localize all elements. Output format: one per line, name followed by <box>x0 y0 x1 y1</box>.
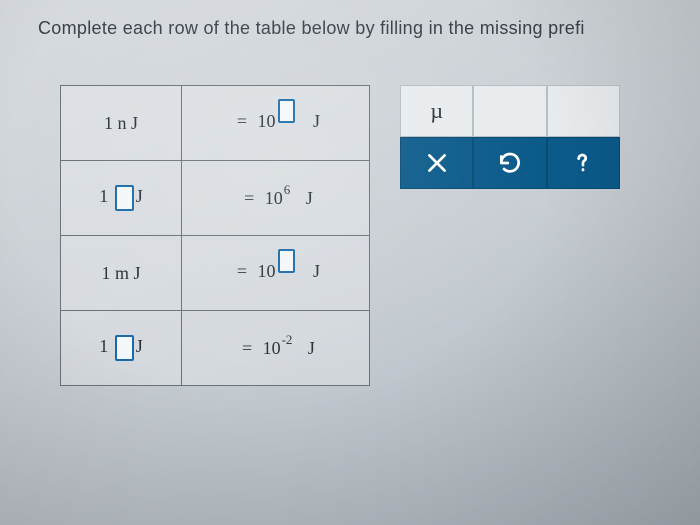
prefix-input[interactable] <box>115 335 134 361</box>
help-icon <box>570 150 596 176</box>
exponent: 6 <box>284 182 291 197</box>
unit: J <box>313 111 320 131</box>
table-row: 1 J = 106 J <box>61 161 370 236</box>
close-icon <box>424 150 450 176</box>
one: 1 <box>104 113 113 133</box>
right-cell: = 106 J <box>182 161 370 236</box>
table-row: 1 J = 10-2 J <box>61 311 370 386</box>
prefix-table: 1 n J = 10 J 1 J = 106 J 1 m <box>60 85 370 386</box>
left-cell: 1 n J <box>61 86 182 161</box>
unit: J <box>308 338 315 358</box>
palette-row-top: µ <box>400 85 620 137</box>
mu-button[interactable]: µ <box>400 85 473 137</box>
equals: = <box>236 338 258 359</box>
exponent-input[interactable] <box>278 249 295 273</box>
unit: J <box>306 188 313 208</box>
palette-blank[interactable] <box>473 85 546 137</box>
unit: J <box>313 261 320 281</box>
prefix: n <box>117 113 126 133</box>
right-cell: = 10-2 J <box>182 311 370 386</box>
instruction-text: Complete each row of the table below by … <box>38 18 585 39</box>
clear-button[interactable] <box>400 137 473 189</box>
one: 1 <box>101 263 110 283</box>
prefix: m <box>115 263 129 283</box>
right-cell: = 10 J <box>182 86 370 161</box>
left-cell: 1 m J <box>61 236 182 311</box>
help-button[interactable] <box>547 137 620 189</box>
unit: J <box>131 113 138 133</box>
base: 10 <box>257 111 275 132</box>
equals: = <box>238 188 260 209</box>
unit: J <box>136 336 143 356</box>
table-row: 1 n J = 10 J <box>61 86 370 161</box>
symbol-palette: µ <box>400 85 620 189</box>
palette-blank[interactable] <box>547 85 620 137</box>
table-row: 1 m J = 10 J <box>61 236 370 311</box>
undo-icon <box>497 150 523 176</box>
unit: J <box>136 186 143 206</box>
base: 10 <box>265 188 283 209</box>
equals: = <box>231 261 253 282</box>
base: 10 <box>257 261 275 282</box>
one: 1 <box>99 336 108 356</box>
content-area: 1 n J = 10 J 1 J = 106 J 1 m <box>60 85 620 386</box>
exponent-input[interactable] <box>278 99 295 123</box>
right-cell: = 10 J <box>182 236 370 311</box>
left-cell: 1 J <box>61 311 182 386</box>
prefix-input[interactable] <box>115 185 134 211</box>
base: 10 <box>263 338 281 359</box>
undo-button[interactable] <box>473 137 546 189</box>
equals: = <box>231 111 253 132</box>
unit: J <box>134 263 141 283</box>
one: 1 <box>99 186 108 206</box>
left-cell: 1 J <box>61 161 182 236</box>
palette-row-bottom <box>400 137 620 189</box>
exponent: -2 <box>282 332 293 347</box>
